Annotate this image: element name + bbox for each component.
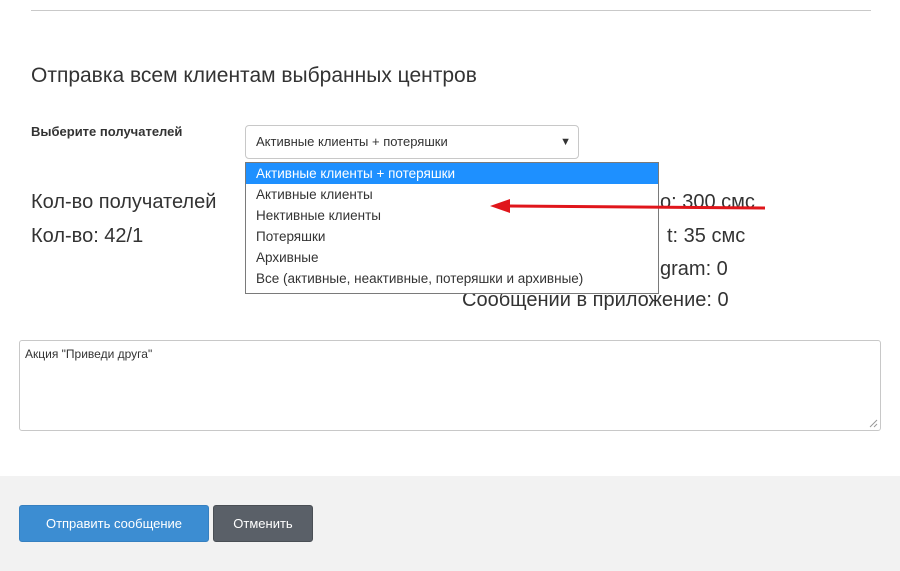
dropdown-option-inactive[interactable]: Нективные клиенты (246, 205, 658, 226)
dropdown-option-active[interactable]: Активные клиенты (246, 184, 658, 205)
select-value: Активные клиенты + потеряшки (256, 134, 448, 149)
dropdown-option-active-lost[interactable]: Активные клиенты + потеряшки (246, 163, 658, 184)
modal-body: Отправка всем клиентам выбранных центров… (0, 0, 900, 476)
resize-grip-icon[interactable] (869, 419, 878, 428)
telegram-count-text: gram: 0 (660, 258, 728, 280)
chevron-down-icon: ▼ (560, 136, 571, 148)
recipients-label: Выберите получателей (31, 124, 183, 139)
send-message-button[interactable]: Отправить сообщение (19, 505, 209, 542)
modal-title: Отправка всем клиентам выбранных центров (31, 64, 477, 87)
message-textarea[interactable]: Акция "Приведи друга" (19, 340, 881, 431)
dropdown-option-archived[interactable]: Архивные (246, 247, 658, 268)
message-text: Акция "Приведи друга" (25, 347, 153, 361)
recipients-dropdown-list: Активные клиенты + потеряшки Активные кл… (245, 162, 659, 294)
count-text: Кол-во: 42/1 (31, 225, 144, 247)
recipients-count-text: Кол-во получателей (31, 191, 217, 213)
cancel-button[interactable]: Отменить (213, 505, 313, 542)
sms-count-text-2: t: 35 смс (667, 225, 746, 247)
dropdown-option-lost[interactable]: Потеряшки (246, 226, 658, 247)
sms-count-text: о: 300 смс (660, 191, 755, 213)
header-divider (31, 10, 871, 11)
recipients-select[interactable]: Активные клиенты + потеряшки ▼ (245, 125, 579, 159)
dropdown-option-all[interactable]: Все (активные, неактивные, потеряшки и а… (246, 268, 658, 289)
